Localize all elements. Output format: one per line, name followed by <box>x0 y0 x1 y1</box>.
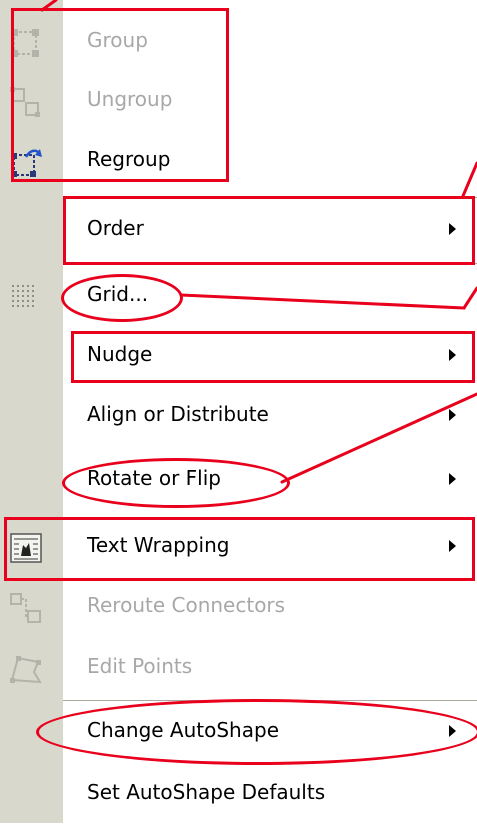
annotation-callout-lines <box>40 0 477 484</box>
